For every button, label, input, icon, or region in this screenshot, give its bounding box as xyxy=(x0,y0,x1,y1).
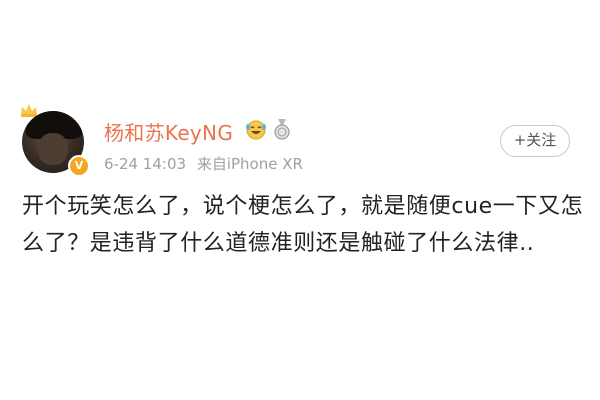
verified-badge: V xyxy=(68,155,90,177)
follow-button[interactable]: +关注 xyxy=(500,125,570,157)
post-source: 来自iPhone XR xyxy=(196,155,303,173)
avatar-face xyxy=(38,133,68,165)
weibo-post: V 杨和苏KeyNG 6-24 14:03 来自iPhone XR +关注 开个… xyxy=(0,0,600,400)
username[interactable]: 杨和苏KeyNG xyxy=(104,117,233,146)
laughing-emoji-icon xyxy=(246,120,266,140)
medal-icon xyxy=(274,119,290,140)
post-meta: 6-24 14:03 来自iPhone XR xyxy=(104,153,303,174)
post-date: 6-24 14:03 xyxy=(104,155,187,173)
avatar-container[interactable]: V xyxy=(18,103,96,181)
post-text: 开个玩笑怎么了，说个梗怎么了，就是随便cue一下又怎么了？是违背了什么道德准则还… xyxy=(22,194,584,256)
